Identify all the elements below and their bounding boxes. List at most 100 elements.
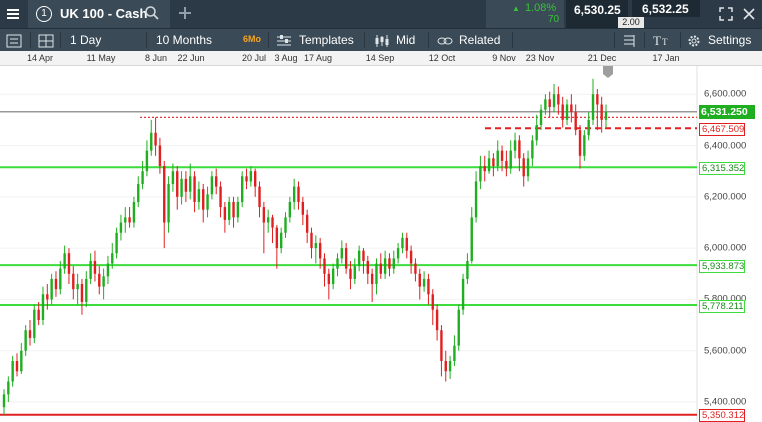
candle-body: [418, 273, 421, 287]
candle-body: [522, 158, 525, 177]
candle-body: [163, 166, 166, 223]
y-tick-label: 6,000.000: [704, 242, 747, 254]
candle-body: [357, 250, 361, 267]
date-label: 14 Sep: [365, 53, 395, 63]
chart-list-icon[interactable]: [6, 33, 22, 48]
text-size-icon[interactable]: TT: [653, 32, 671, 48]
candle-body: [362, 250, 365, 261]
candle-body: [284, 217, 287, 233]
price-level-label[interactable]: 5,778.211: [699, 299, 745, 313]
candle-body: [578, 130, 582, 156]
candle-body: [215, 176, 218, 187]
search-icon[interactable]: [144, 5, 160, 21]
candle-body: [37, 309, 40, 320]
interval-selector[interactable]: 1 Day: [70, 29, 101, 51]
add-tab-icon[interactable]: [178, 6, 192, 20]
candle-body: [271, 217, 274, 228]
range-selector[interactable]: 10 Months: [156, 29, 212, 51]
y-tick-label: 6,200.000: [704, 191, 747, 203]
candle-body: [548, 99, 551, 108]
candle-body: [72, 273, 75, 290]
candle-body: [314, 243, 318, 249]
candle-body: [535, 125, 538, 141]
price-level-label[interactable]: 6,315.352: [699, 161, 746, 175]
candle-body: [141, 171, 144, 184]
svg-text:T: T: [653, 33, 661, 48]
price-change: ▲ 1.08% 70: [486, 0, 564, 28]
candle-body: [184, 178, 188, 192]
candle-body: [46, 294, 49, 300]
settings-icon[interactable]: [687, 33, 701, 47]
price-chart[interactable]: [0, 66, 762, 420]
candle-body: [539, 109, 543, 125]
y-tick-label: 6,600.000: [704, 88, 747, 100]
candle-body: [409, 250, 413, 264]
candle-body: [544, 99, 547, 110]
candle-body: [115, 232, 118, 254]
candle-body: [24, 330, 27, 351]
menu-icon[interactable]: [6, 6, 20, 22]
candle-body: [453, 345, 456, 361]
candle-body: [483, 166, 486, 172]
candle-body: [509, 150, 512, 169]
candle-body: [405, 237, 408, 251]
candle-body: [249, 171, 253, 182]
candle-body: [292, 186, 296, 202]
candle-body: [154, 132, 157, 146]
close-icon[interactable]: [742, 7, 756, 21]
expand-icon[interactable]: [718, 6, 734, 22]
candle-body: [106, 263, 110, 277]
candle-body: [297, 186, 300, 202]
candle-body: [206, 194, 209, 210]
date-label: 14 Apr: [26, 53, 54, 63]
candle-body: [241, 176, 244, 202]
date-label: 23 Nov: [525, 53, 555, 63]
candle-body: [470, 217, 473, 261]
candle-type-icon: [374, 33, 390, 47]
buy-price-button[interactable]: 6,532.25: [632, 0, 700, 17]
change-points: 70: [548, 14, 560, 25]
candle-body: [158, 145, 162, 167]
candle-body: [305, 214, 309, 233]
price-type-button[interactable]: Mid: [396, 29, 415, 51]
price-level-label[interactable]: 5,933.873: [699, 259, 746, 273]
date-axis: 14 Apr 11 May 8 Jun 22 Jun 20 Jul 3 Aug …: [0, 51, 762, 66]
candle-body: [583, 135, 586, 156]
price-level-label[interactable]: 5,350.312: [699, 409, 746, 422]
related-button[interactable]: Related: [459, 29, 500, 51]
indicators-icon[interactable]: [622, 33, 636, 47]
candle-body: [353, 266, 357, 279]
candle-body: [236, 201, 240, 218]
candle-body: [327, 273, 331, 285]
range-badge[interactable]: 6Mo: [241, 33, 263, 46]
chart-toolbar: 1 Day 10 Months 6Mo Templates Mid Relate…: [0, 28, 762, 51]
candle-body: [202, 189, 205, 210]
candle-body: [279, 232, 283, 249]
price-level-label[interactable]: 6,467.509: [699, 122, 746, 136]
tab-instrument[interactable]: 1 UK 100 - Cash: [28, 0, 170, 28]
candle-body: [565, 104, 569, 120]
candle-body: [331, 268, 335, 285]
candle-body: [119, 222, 123, 233]
candle-body: [474, 181, 478, 218]
candle-body: [210, 176, 214, 195]
tab-number-badge: 1: [36, 6, 52, 22]
candle-body: [392, 258, 395, 269]
candle-body: [370, 273, 374, 285]
candle-body: [552, 94, 556, 108]
date-label: 20 Jul: [241, 53, 267, 63]
candle-body: [492, 158, 495, 167]
settings-button[interactable]: Settings: [708, 29, 751, 51]
candle-body: [496, 150, 499, 167]
candle-body: [111, 253, 114, 264]
candle-body: [500, 150, 504, 161]
candle-body: [349, 268, 352, 279]
templates-button[interactable]: Templates: [299, 29, 354, 51]
candle-body: [401, 237, 404, 249]
candle-body: [396, 248, 400, 259]
related-icon: [437, 33, 453, 47]
candle-body: [587, 119, 590, 136]
candle-body: [253, 171, 257, 187]
layout-grid-icon[interactable]: [38, 33, 54, 48]
candle-body: [132, 201, 136, 223]
